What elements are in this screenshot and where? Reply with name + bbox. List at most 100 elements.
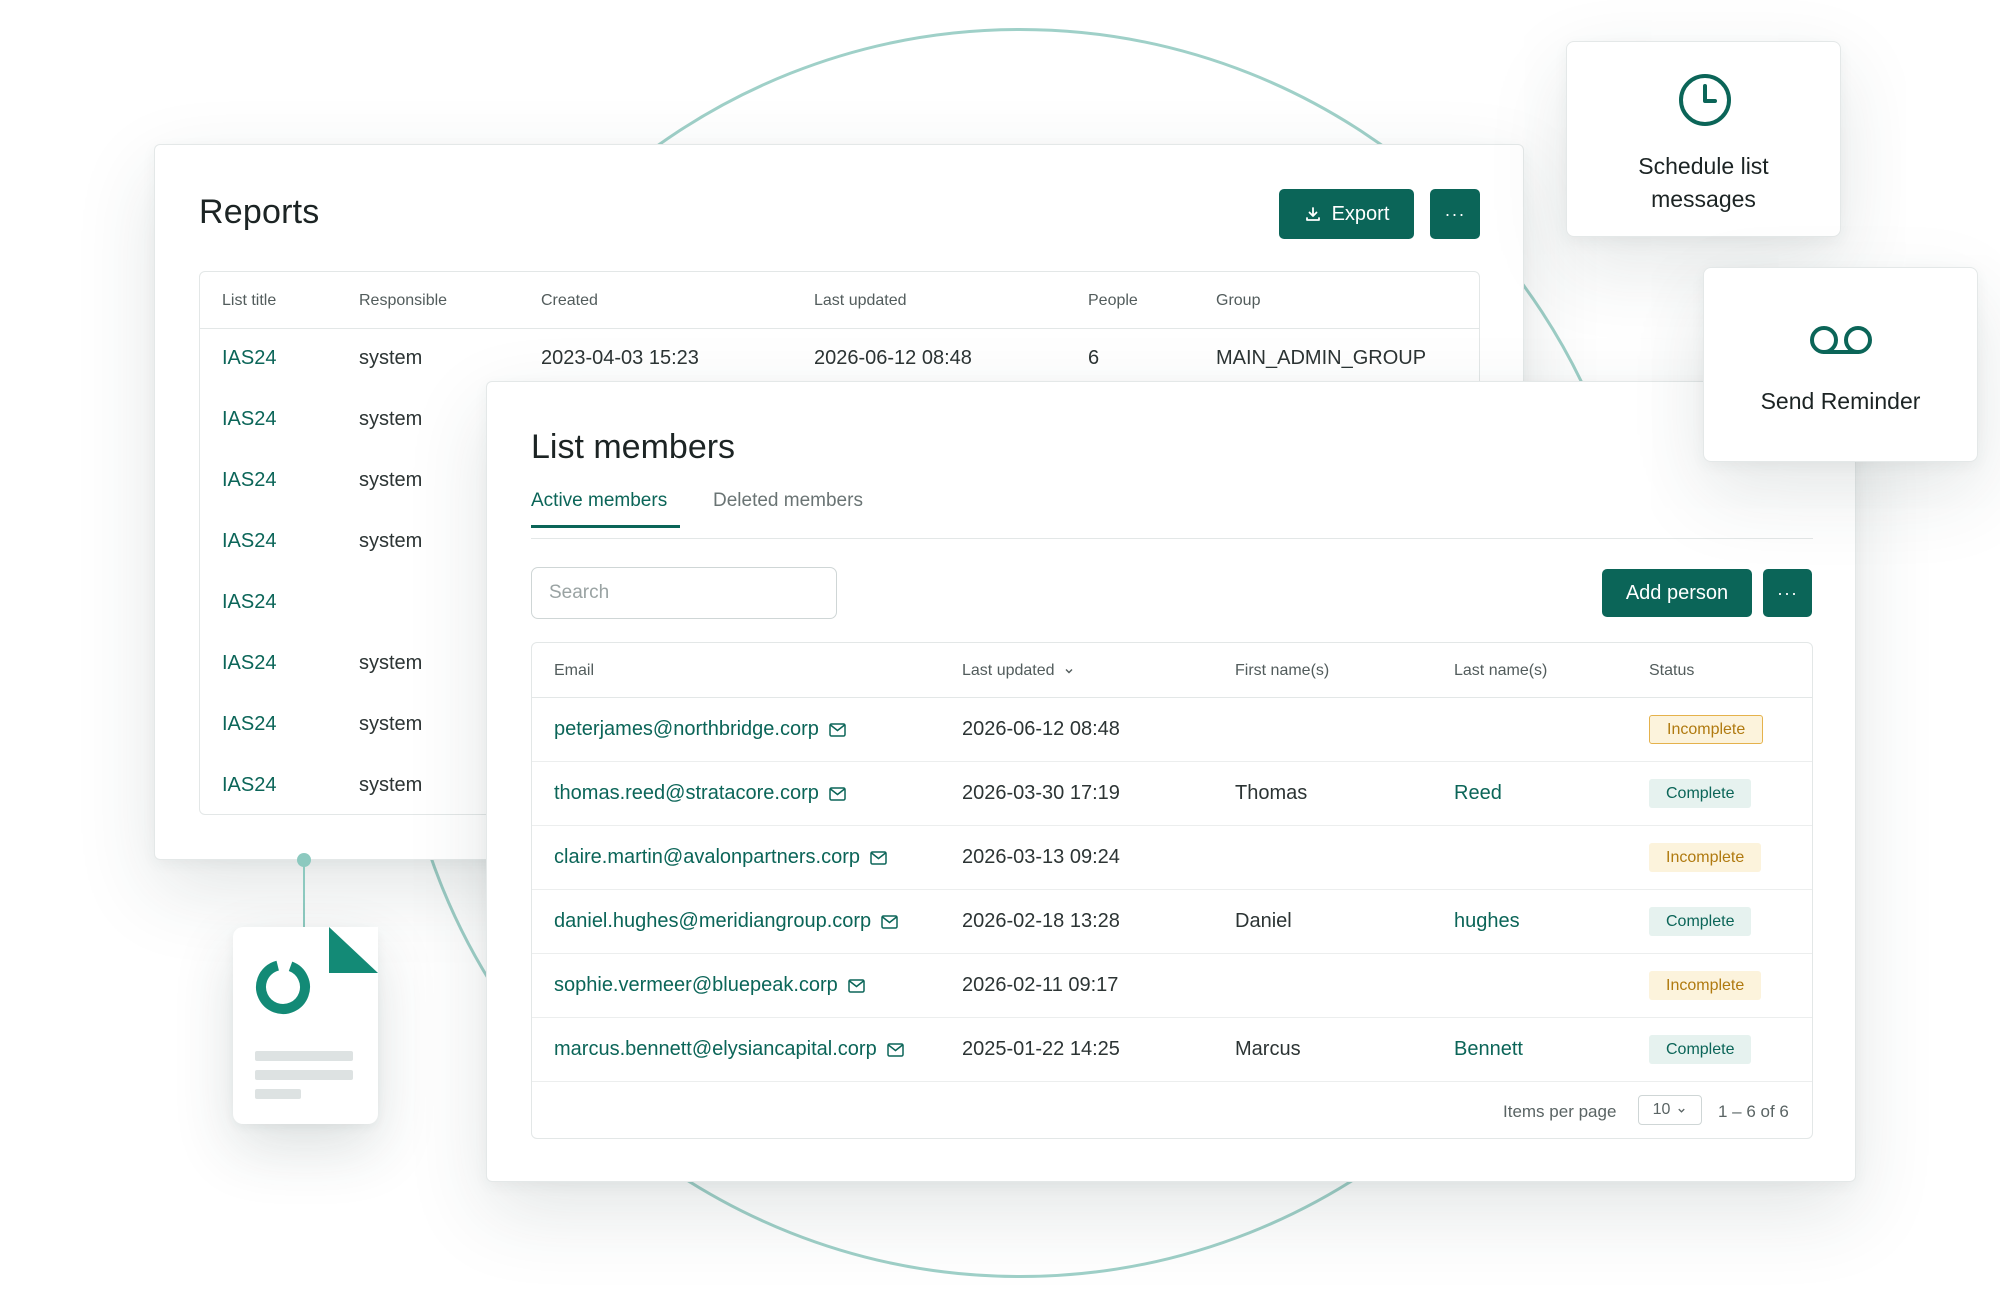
last-name-link[interactable]: Reed [1454,782,1502,805]
schedule-label-line2: messages [1651,186,1756,212]
column-header-responsible[interactable]: Responsible [359,292,447,310]
email-cell[interactable]: peterjames@northbridge.corp [554,718,846,741]
list-title-link[interactable]: IAS24 [222,774,276,797]
responsible-cell: system [359,408,423,430]
pagination-range: 1 – 6 of 6 [1718,1102,1789,1121]
list-title-link[interactable]: IAS24 [222,713,276,736]
people-cell: 6 [1088,347,1100,369]
list-title-link[interactable]: IAS24 [222,530,276,553]
list-members-title: List members [531,428,736,466]
responsible-cell: system [359,469,423,491]
mail-icon[interactable] [829,722,846,737]
email-cell[interactable]: sophie.vermeer@bluepeak.corp [554,974,865,997]
email-link[interactable]: daniel.hughes@meridiangroup.corp [554,910,871,933]
status-badge: Complete [1649,907,1752,936]
email-cell[interactable]: thomas.reed@stratacore.corp [554,782,846,805]
tabs-divider [531,538,1813,539]
send-reminder-card[interactable]: Send Reminder [1703,267,1978,462]
list-members-card: List members Active members Deleted memb… [486,381,1856,1182]
last-name-link[interactable]: Bennett [1454,1038,1523,1061]
column-header-last-names[interactable]: Last name(s) [1454,662,1547,680]
search-input[interactable] [531,567,837,619]
doc-text-line [255,1051,353,1061]
items-per-page-select[interactable]: 10 [1638,1095,1702,1125]
column-header-last-updated[interactable]: Last updated [814,292,907,310]
email-link[interactable]: thomas.reed@stratacore.corp [554,782,819,805]
list-title-link[interactable]: IAS24 [222,652,276,675]
export-button-label: Export [1331,202,1390,225]
last-updated-cell: 2026-03-30 17:19 [962,782,1120,804]
tab-active-members[interactable]: Active members [531,490,667,512]
table-row[interactable]: IAS24 system 2023-04-03 15:23 2026-06-12… [200,329,1479,389]
email-link[interactable]: peterjames@northbridge.corp [554,718,819,741]
first-name-cell: Daniel [1235,910,1292,932]
mail-icon[interactable] [829,786,846,801]
column-header-list-title[interactable]: List title [222,292,276,310]
list-title-link[interactable]: IAS24 [222,347,276,370]
table-row[interactable]: peterjames@northbridge.corp 2026-06-12 0… [532,698,1812,762]
schedule-list-messages-card[interactable]: Schedule list messages [1566,41,1841,237]
connector-dot [297,853,311,867]
last-updated-cell: 2026-02-11 09:17 [962,974,1119,996]
mail-icon[interactable] [886,1042,904,1057]
status-badge: Complete [1649,779,1752,808]
last-updated-cell: 2025-01-22 14:25 [962,1038,1120,1060]
email-cell[interactable]: daniel.hughes@meridiangroup.corp [554,910,898,933]
email-link[interactable]: marcus.bennett@elysiancapital.corp [554,1038,877,1061]
responsible-cell: system [359,774,423,796]
send-reminder-label: Send Reminder [1760,388,1921,414]
email-link[interactable]: claire.martin@avalonpartners.corp [554,846,860,869]
last-updated-cell: 2026-02-18 13:28 [962,910,1120,932]
column-header-group[interactable]: Group [1216,292,1260,310]
donut-chart-icon [256,960,310,1015]
table-row[interactable]: marcus.bennett@elysiancapital.corp 2025-… [532,1018,1812,1082]
email-cell[interactable]: claire.martin@avalonpartners.corp [554,846,887,869]
download-icon [1305,207,1320,221]
column-header-first-names[interactable]: First name(s) [1235,662,1329,680]
responsible-cell: system [359,713,423,735]
items-per-page-label: Items per page [1503,1102,1617,1121]
first-name-cell: Thomas [1235,782,1308,804]
column-header-people[interactable]: People [1088,292,1138,310]
responsible-cell: system [359,530,423,552]
last-updated-cell: 2026-06-12 08:48 [814,347,972,369]
clock-icon [1679,74,1731,126]
table-row[interactable]: thomas.reed@stratacore.corp 2026-03-30 1… [532,762,1812,826]
reports-more-button[interactable]: ··· [1430,189,1480,239]
last-name-link[interactable]: hughes [1454,910,1520,933]
voicemail-icon [1810,326,1872,354]
doc-text-line [255,1070,353,1080]
list-title-link[interactable]: IAS24 [222,408,276,431]
doc-text-line [255,1089,301,1099]
column-header-status[interactable]: Status [1649,662,1694,680]
table-row[interactable]: claire.martin@avalonpartners.corp 2026-0… [532,826,1812,890]
list-title-link[interactable]: IAS24 [222,469,276,492]
members-table: Email Last updated First name(s) Last na… [531,642,1813,1139]
status-badge: Incomplete [1649,715,1764,744]
mail-icon[interactable] [881,914,898,929]
items-per-page-value: 10 [1652,1101,1671,1118]
column-header-last-updated-label: Last updated [962,662,1055,679]
members-more-button[interactable]: ··· [1763,569,1812,617]
email-cell[interactable]: marcus.bennett@elysiancapital.corp [554,1038,904,1061]
email-link[interactable]: sophie.vermeer@bluepeak.corp [554,974,838,997]
chevron-down-icon [1678,1108,1686,1113]
status-badge: Incomplete [1649,971,1762,1000]
group-cell: MAIN_ADMIN_GROUP [1216,347,1427,369]
column-header-last-updated[interactable]: Last updated [962,662,1075,680]
table-row[interactable]: daniel.hughes@meridiangroup.corp 2026-02… [532,890,1812,954]
list-title-link[interactable]: IAS24 [222,591,276,614]
column-header-created[interactable]: Created [541,292,598,310]
reports-title: Reports [199,193,320,231]
created-cell: 2023-04-03 15:23 [541,347,699,369]
members-table-header: Email Last updated First name(s) Last na… [532,643,1812,698]
export-button[interactable]: Export [1279,189,1414,239]
last-updated-cell: 2026-06-12 08:48 [962,718,1120,740]
table-row[interactable]: sophie.vermeer@bluepeak.corp 2026-02-11 … [532,954,1812,1018]
pagination-footer: Items per page 10 1 – 6 of 6 [532,1086,1812,1138]
column-header-email[interactable]: Email [554,662,594,680]
mail-icon[interactable] [848,978,865,993]
add-person-button[interactable]: Add person [1602,569,1752,617]
tab-deleted-members[interactable]: Deleted members [713,490,863,512]
mail-icon[interactable] [870,850,887,865]
